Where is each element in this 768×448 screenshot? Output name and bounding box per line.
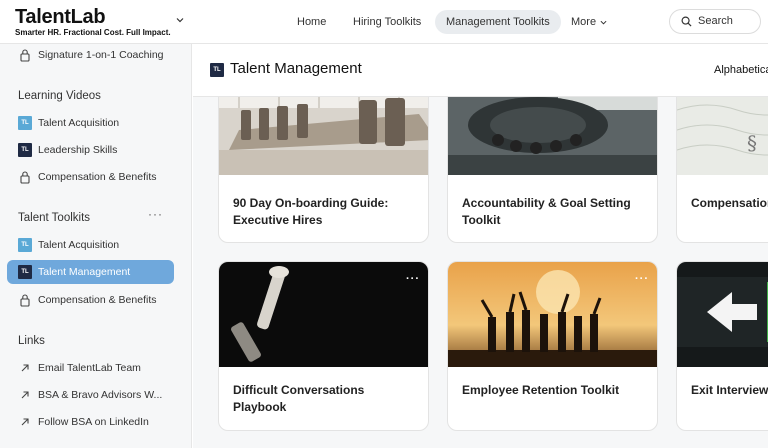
nav-home[interactable]: Home <box>286 10 337 34</box>
sort-dropdown[interactable]: Alphabetica <box>714 64 768 76</box>
talentlab-badge-icon: TL <box>18 143 32 157</box>
top-bar: TalentLab Smarter HR. Fractional Cost. F… <box>0 0 768 44</box>
sidebar-heading-links: Links <box>18 335 45 347</box>
sidebar-item-label: Signature 1-on-1 Coaching <box>38 49 164 61</box>
card-employee-retention[interactable]: ··· Employee Retention Toolkit <box>447 261 658 431</box>
talentlab-badge-icon: TL <box>18 116 32 130</box>
sidebar-item-label: Email TalentLab Team <box>38 362 141 374</box>
sidebar-link-linkedin[interactable]: Follow BSA on LinkedIn <box>7 410 174 434</box>
card-title: 90 Day On-boarding Guide: Executive Hire… <box>233 196 389 227</box>
sidebar-heading-learning-videos: Learning Videos <box>18 90 101 102</box>
section-more-icon[interactable]: ··· <box>148 207 163 221</box>
sidebar-item-label: Talent Management <box>38 266 131 278</box>
card-title: Exit Interview Checklist <box>691 383 768 397</box>
nav-management-toolkits[interactable]: Management Toolkits <box>435 10 561 34</box>
lock-icon <box>20 294 30 307</box>
card-exit-interview[interactable]: Exit Interview Checklist <box>676 261 768 431</box>
lock-icon <box>20 171 30 184</box>
card-title: Employee Retention Toolkit <box>462 383 620 397</box>
card-title: Difficult Conversations Playbook <box>233 383 365 414</box>
card-image <box>448 262 657 367</box>
search-label: Search <box>698 15 733 27</box>
sidebar-item-label: Compensation & Benefits <box>38 171 157 183</box>
sidebar-item-label: BSA & Bravo Advisors W... <box>38 389 163 401</box>
sidebar: Signature 1-on-1 Coaching Learning Video… <box>0 44 192 448</box>
sidebar-link-email-team[interactable]: Email TalentLab Team <box>7 356 174 380</box>
card-more-icon[interactable]: ··· <box>635 273 649 285</box>
main-content: TL Talent Management Alphabetica ··· 90 … <box>193 44 768 448</box>
search-icon <box>681 16 692 27</box>
sidebar-item-learning-talent-acquisition[interactable]: TL Talent Acquisition <box>7 111 174 135</box>
arrow-up-right-icon <box>21 364 29 372</box>
sidebar-link-bsa-bravo[interactable]: BSA & Bravo Advisors W... <box>7 383 174 407</box>
sidebar-item-toolkit-compensation[interactable]: Compensation & Benefits <box>7 288 174 312</box>
logo-tagline: Smarter HR. Fractional Cost. Full Impact… <box>15 28 171 37</box>
page-title: Talent Management <box>230 60 362 77</box>
sidebar-item-signature-coaching[interactable]: Signature 1-on-1 Coaching <box>7 43 174 67</box>
chevron-down-icon <box>600 20 607 25</box>
nav-hiring-toolkits[interactable]: Hiring Toolkits <box>342 10 432 34</box>
talentlab-badge-icon: TL <box>18 238 32 252</box>
talentlab-badge-icon: TL <box>210 63 224 77</box>
nav-more[interactable]: More <box>560 10 618 34</box>
page-header: TL Talent Management Alphabetica <box>193 44 768 97</box>
card-image <box>219 262 428 367</box>
logo[interactable]: TalentLab Smarter HR. Fractional Cost. F… <box>15 7 171 38</box>
sidebar-item-toolkit-talent-acquisition[interactable]: TL Talent Acquisition <box>7 233 174 257</box>
lock-icon <box>20 49 30 62</box>
sidebar-item-label: Compensation & Benefits <box>38 294 157 306</box>
card-title: Compensation <box>691 196 768 210</box>
sidebar-item-leadership-skills[interactable]: TL Leadership Skills <box>7 138 174 162</box>
arrow-up-right-icon <box>21 391 29 399</box>
svg-text:§: § <box>747 131 757 155</box>
sidebar-heading-talent-toolkits: Talent Toolkits <box>18 212 91 224</box>
card-image <box>677 262 768 367</box>
search-button[interactable]: Search <box>669 9 761 34</box>
chevron-down-icon[interactable] <box>176 16 184 24</box>
card-difficult-conversations[interactable]: ··· Difficult Conversations Playbook <box>218 261 429 431</box>
sidebar-item-label: Talent Acquisition <box>38 239 120 251</box>
nav-more-label: More <box>571 16 597 28</box>
card-title: Accountability & Goal Setting Toolkit <box>462 196 631 227</box>
talentlab-badge-icon: TL <box>18 265 32 279</box>
sidebar-item-learning-compensation[interactable]: Compensation & Benefits <box>7 165 174 189</box>
sidebar-item-label: Leadership Skills <box>38 144 118 156</box>
logo-title: TalentLab <box>15 6 106 28</box>
card-more-icon[interactable]: ··· <box>406 273 420 285</box>
arrow-up-right-icon <box>21 418 29 426</box>
sidebar-item-label: Follow BSA on LinkedIn <box>38 416 149 428</box>
sidebar-item-talent-management[interactable]: TL Talent Management <box>7 260 174 284</box>
sidebar-item-label: Talent Acquisition <box>38 117 120 129</box>
